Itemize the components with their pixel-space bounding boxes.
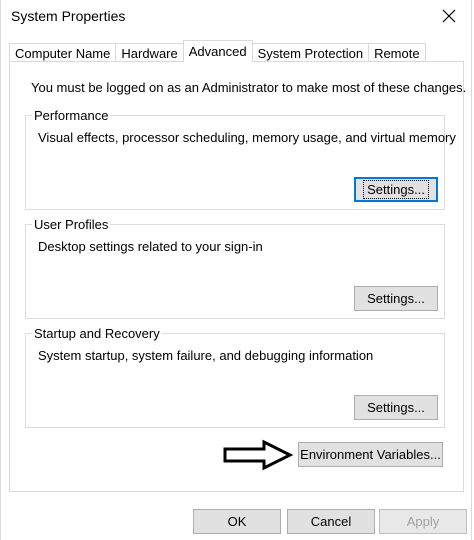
user-profiles-settings-button[interactable]: Settings... [354,286,438,311]
user-profiles-legend: User Profiles [32,217,111,232]
performance-settings-button[interactable]: Settings... [354,177,438,202]
user-profiles-description: Desktop settings related to your sign-in [38,239,263,254]
system-properties-window: System Properties Computer Name Hardware… [0,0,472,540]
startup-recovery-description: System startup, system failure, and debu… [38,348,374,363]
startup-recovery-settings-button[interactable]: Settings... [354,395,438,420]
window-title: System Properties [11,8,126,24]
cancel-button[interactable]: Cancel [287,509,375,534]
performance-group: Performance Visual effects, processor sc… [25,108,456,210]
environment-variables-button[interactable]: Environment Variables... [298,442,443,467]
ok-button[interactable]: OK [193,509,281,534]
user-profiles-group: User Profiles Desktop settings related t… [25,217,445,319]
tab-strip: Computer Name Hardware Advanced System P… [9,40,426,64]
startup-recovery-legend: Startup and Recovery [32,326,162,341]
tab-advanced[interactable]: Advanced [182,40,253,64]
tab-hardware[interactable]: Hardware [115,43,184,62]
title-bar: System Properties [1,0,471,34]
performance-legend: Performance [32,108,111,123]
tab-computer-name[interactable]: Computer Name [9,43,117,62]
tab-remote[interactable]: Remote [368,43,426,62]
arrow-right-icon [223,439,294,471]
close-icon [442,9,456,23]
apply-button[interactable]: Apply [379,509,467,534]
performance-settings-label: Settings... [363,180,429,199]
tab-system-protection[interactable]: System Protection [251,43,370,62]
admin-note: You must be logged on as an Administrato… [31,80,467,95]
advanced-tab-panel: You must be logged on as an Administrato… [9,61,467,492]
close-button[interactable] [433,2,465,30]
startup-recovery-group: Startup and Recovery System startup, sys… [25,326,445,428]
performance-description: Visual effects, processor scheduling, me… [38,130,456,145]
